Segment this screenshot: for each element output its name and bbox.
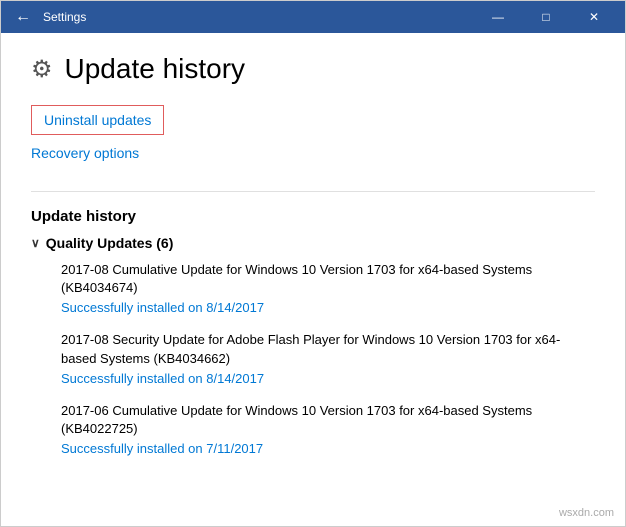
watermark: wsxdn.com [559, 507, 614, 519]
group-header[interactable]: ∨ Quality Updates (6) [31, 235, 595, 251]
update-history-section: Update history ∨ Quality Updates (6) 201… [31, 208, 595, 456]
update-status[interactable]: Successfully installed on 8/14/2017 [61, 371, 595, 386]
update-item: 2017-06 Cumulative Update for Windows 10… [31, 402, 595, 456]
settings-window: ← Settings — □ ✕ ⚙ Update history Uninst… [0, 0, 626, 527]
update-item: 2017-08 Cumulative Update for Windows 10… [31, 261, 595, 315]
update-item: 2017-08 Security Update for Adobe Flash … [31, 331, 595, 385]
recovery-options-link[interactable]: Recovery options [31, 145, 139, 161]
quality-updates-group: ∨ Quality Updates (6) 2017-08 Cumulative… [31, 235, 595, 456]
update-status[interactable]: Successfully installed on 7/11/2017 [61, 441, 595, 456]
page-header: ⚙ Update history [31, 53, 595, 85]
uninstall-updates-link[interactable]: Uninstall updates [31, 105, 164, 135]
back-button[interactable]: ← [9, 3, 37, 31]
update-name: 2017-06 Cumulative Update for Windows 10… [61, 402, 595, 438]
window-controls: — □ ✕ [475, 1, 617, 33]
minimize-button[interactable]: — [475, 1, 521, 33]
content-area: ⚙ Update history Uninstall updates Recov… [1, 33, 625, 526]
close-button[interactable]: ✕ [571, 1, 617, 33]
maximize-button[interactable]: □ [523, 1, 569, 33]
titlebar: ← Settings — □ ✕ [1, 1, 625, 33]
update-name: 2017-08 Cumulative Update for Windows 10… [61, 261, 595, 297]
update-status[interactable]: Successfully installed on 8/14/2017 [61, 300, 595, 315]
titlebar-title: Settings [43, 10, 475, 24]
group-title: Quality Updates (6) [46, 235, 174, 251]
divider [31, 191, 595, 192]
update-name: 2017-08 Security Update for Adobe Flash … [61, 331, 595, 367]
page-title: Update history [65, 53, 246, 85]
gear-icon: ⚙ [31, 55, 53, 84]
section-title: Update history [31, 208, 595, 225]
back-icon: ← [15, 8, 31, 26]
chevron-down-icon: ∨ [31, 236, 40, 250]
